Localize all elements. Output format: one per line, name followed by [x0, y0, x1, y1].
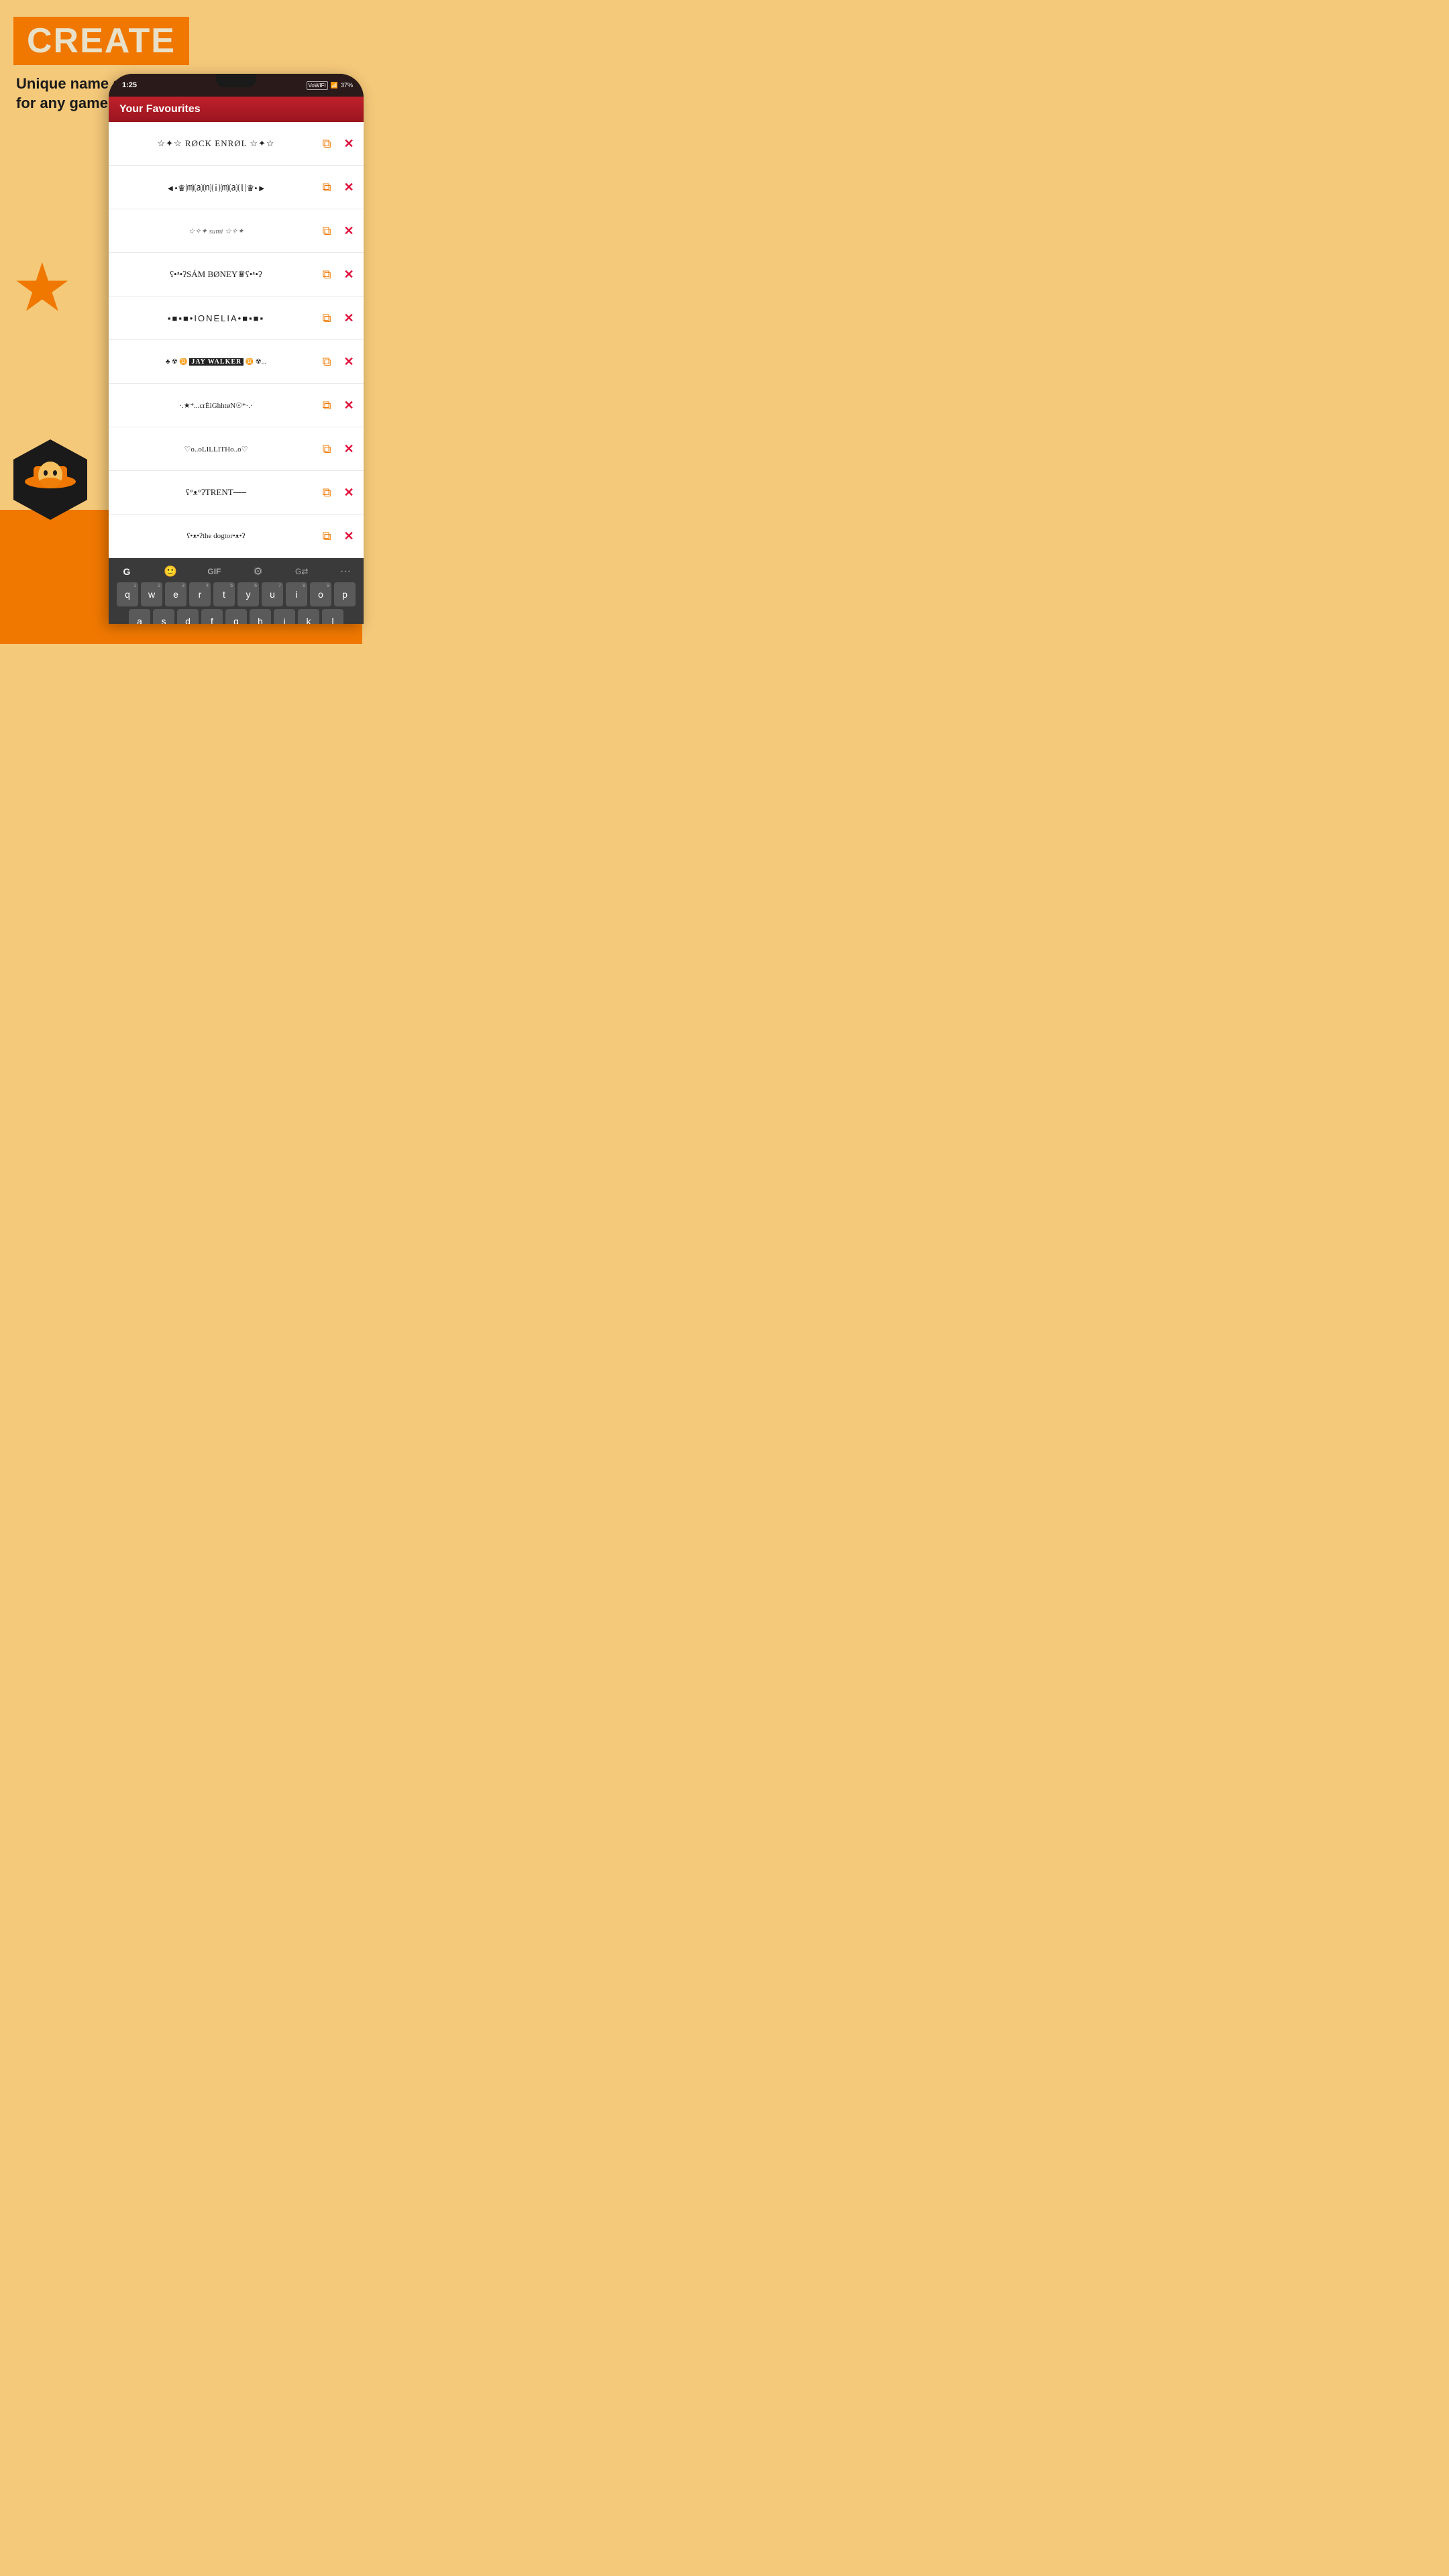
settings-icon[interactable]: ⚙	[248, 565, 268, 578]
list-item: ʕ•ᴥ•ʔthe dogtor•ᴥ•ʔ ⧉ ✕	[109, 515, 364, 558]
key-e[interactable]: e3	[165, 582, 186, 606]
list-item: ʕ°ᴥ°ʔTRENT⎯⎯⎯ ⧉ ✕	[109, 471, 364, 515]
more-icon[interactable]: ···	[335, 566, 356, 578]
fav-name-2: ◄•♛⒨⒜⒩⒤⒨⒜⒧♛•►	[115, 181, 317, 194]
list-item: ♡o..oLILLITHo..o♡ ⧉ ✕	[109, 427, 364, 471]
status-bar: 1:25 VoWIFI 📶 37%	[109, 74, 364, 97]
key-a[interactable]: a	[129, 609, 150, 624]
keyboard-toolbar: G 🙂 GIF ⚙ G⇄ ···	[111, 562, 361, 582]
translate-icon[interactable]: G⇄	[292, 567, 312, 576]
star-icon: ★	[12, 248, 72, 327]
copy-button-4[interactable]: ⧉	[317, 264, 337, 284]
keyboard-row-2: a s d f g h j k l	[111, 609, 361, 624]
delete-button-10[interactable]: ✕	[341, 528, 357, 544]
fav-name-5: ▪■▪■•IONELIA•■▪■▪	[115, 313, 317, 323]
delete-button-9[interactable]: ✕	[341, 484, 357, 500]
list-item: ʕ•ᵜ•ʔSÁM BØNEY♛ʕ•ᵜ•ʔ ⧉ ✕	[109, 253, 364, 297]
fav-name-4: ʕ•ᵜ•ʔSÁM BØNEY♛ʕ•ᵜ•ʔ	[115, 269, 317, 280]
key-g[interactable]: g	[225, 609, 247, 624]
keyboard-row-1: q1 w2 e3 r4 t5 y6 u7 i8 o9 p	[111, 582, 361, 606]
fav-name-7: ·.★*...crÈiGhhtøN☉*·.·	[115, 401, 317, 410]
google-icon[interactable]: G	[117, 566, 137, 577]
wifi-label: VoWIFI	[307, 81, 328, 90]
key-h[interactable]: h	[250, 609, 271, 624]
status-time: 1:25	[122, 81, 137, 89]
copy-button-9[interactable]: ⧉	[317, 482, 337, 502]
list-item: ◄•♛⒨⒜⒩⒤⒨⒜⒧♛•► ⧉ ✕	[109, 166, 364, 209]
key-l[interactable]: l	[322, 609, 343, 624]
gif-button[interactable]: GIF	[204, 567, 224, 576]
delete-button-2[interactable]: ✕	[341, 179, 357, 195]
delete-button-7[interactable]: ✕	[341, 397, 357, 413]
copy-button-5[interactable]: ⧉	[317, 308, 337, 328]
list-item: ☆✦☆ RØCK ENRØL ☆✦☆ ⧉ ✕	[109, 122, 364, 166]
delete-button-3[interactable]: ✕	[341, 223, 357, 239]
key-y[interactable]: y6	[237, 582, 259, 606]
key-r[interactable]: r4	[189, 582, 211, 606]
notch	[216, 74, 256, 87]
list-item: ·.★*...crÈiGhhtøN☉*·.· ⧉ ✕	[109, 384, 364, 427]
copy-button-3[interactable]: ⧉	[317, 221, 337, 241]
copy-button-2[interactable]: ⧉	[317, 177, 337, 197]
key-p[interactable]: p	[334, 582, 356, 606]
create-banner: CREATE	[13, 17, 189, 65]
key-u[interactable]: u7	[262, 582, 283, 606]
key-f[interactable]: f	[201, 609, 223, 624]
copy-button-6[interactable]: ⧉	[317, 352, 337, 372]
app-logo	[7, 436, 94, 523]
fav-name-3: ☆✧✦ sumi ☆✧✦	[115, 227, 317, 235]
keyboard: G 🙂 GIF ⚙ G⇄ ··· q1 w2 e3 r4 t5 y6 u7 i8…	[109, 558, 364, 624]
delete-button-1[interactable]: ✕	[341, 136, 357, 152]
key-q[interactable]: q1	[117, 582, 138, 606]
copy-button-7[interactable]: ⧉	[317, 395, 337, 415]
fav-name-1: ☆✦☆ RØCK ENRØL ☆✦☆	[115, 138, 317, 149]
delete-button-5[interactable]: ✕	[341, 310, 357, 326]
list-item: ♣ ☢ ♊ JAY WALKER ♊ ☢... ⧉ ✕	[109, 340, 364, 384]
key-o[interactable]: o9	[310, 582, 331, 606]
fav-name-9: ʕ°ᴥ°ʔTRENT⎯⎯⎯	[115, 487, 317, 498]
phone-mockup: 1:25 VoWIFI 📶 37% Your Favourites ☆✦☆ RØ…	[109, 74, 364, 624]
key-s[interactable]: s	[153, 609, 174, 624]
fav-name-6: ♣ ☢ ♊ JAY WALKER ♊ ☢...	[115, 358, 317, 366]
status-icons: VoWIFI 📶 37%	[307, 81, 353, 90]
key-w[interactable]: w2	[141, 582, 162, 606]
create-heading: CREATE	[27, 23, 176, 58]
sticker-icon[interactable]: 🙂	[160, 565, 180, 578]
key-d[interactable]: d	[177, 609, 199, 624]
fav-name-10: ʕ•ᴥ•ʔthe dogtor•ᴥ•ʔ	[115, 532, 317, 540]
list-item: ▪■▪■•IONELIA•■▪■▪ ⧉ ✕	[109, 297, 364, 340]
copy-button-1[interactable]: ⧉	[317, 133, 337, 154]
favourites-list: ☆✦☆ RØCK ENRØL ☆✦☆ ⧉ ✕ ◄•♛⒨⒜⒩⒤⒨⒜⒧♛•► ⧉ ✕…	[109, 122, 364, 558]
fav-name-8: ♡o..oLILLITHo..o♡	[115, 445, 317, 453]
delete-button-6[interactable]: ✕	[341, 354, 357, 370]
logo-svg	[7, 436, 94, 523]
app-header: Your Favourites	[109, 97, 364, 122]
app-title: Your Favourites	[119, 103, 201, 115]
key-k[interactable]: k	[298, 609, 319, 624]
delete-button-8[interactable]: ✕	[341, 441, 357, 457]
battery-label: 37%	[341, 82, 353, 89]
key-i[interactable]: i8	[286, 582, 307, 606]
list-item: ☆✧✦ sumi ☆✧✦ ⧉ ✕	[109, 209, 364, 253]
key-t[interactable]: t5	[213, 582, 235, 606]
copy-button-8[interactable]: ⧉	[317, 439, 337, 459]
key-j[interactable]: j	[274, 609, 295, 624]
copy-button-10[interactable]: ⧉	[317, 526, 337, 546]
delete-button-4[interactable]: ✕	[341, 266, 357, 282]
signal-icon: 📶	[331, 82, 338, 89]
